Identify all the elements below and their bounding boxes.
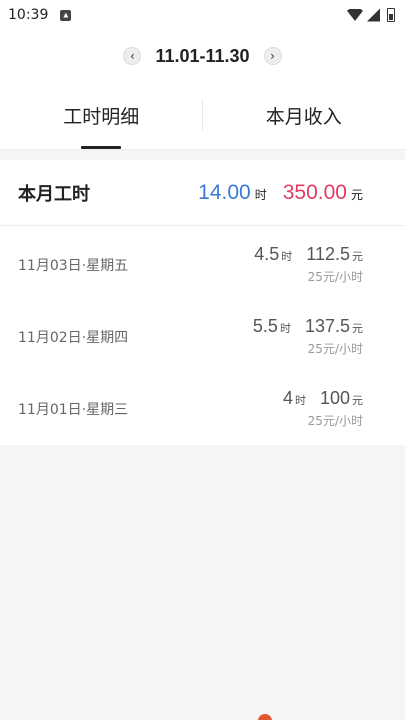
- tab-monthly-income[interactable]: 本月收入: [203, 92, 405, 148]
- entry-rate: 25元/小时: [307, 270, 363, 284]
- entry-date: 11月01日·星期三: [18, 402, 129, 418]
- entry-values: 5.5 时 137.5 元: [253, 316, 363, 337]
- prev-period-button[interactable]: ‹: [123, 47, 142, 65]
- entry-hours: 5.5: [252, 316, 278, 336]
- battery-icon: [387, 8, 395, 22]
- entry-rate: 25元/小时: [307, 414, 363, 428]
- tab-hours-detail[interactable]: 工时明细: [0, 92, 203, 148]
- entry-hours-unit: 时: [294, 394, 306, 407]
- header-divider: [0, 149, 405, 150]
- tab-label: 本月收入: [265, 106, 342, 128]
- entry-date: 11月02日·星期四: [18, 330, 129, 346]
- income-unit: 元: [350, 187, 363, 202]
- hours-unit: 时: [254, 187, 267, 202]
- entry-hours: 4: [282, 388, 293, 408]
- tab-bar: 工时明细 本月收入: [0, 92, 405, 149]
- chevron-left-icon: ‹: [130, 49, 135, 63]
- wifi-icon: [347, 9, 363, 21]
- app-notification-icon: [60, 9, 72, 21]
- hours-card: 本月工时 14.00 时 350.00 元 11月03日·星期五 4.5 时 1…: [0, 160, 405, 445]
- tab-label: 工时明细: [63, 106, 140, 128]
- list-item[interactable]: 11月02日·星期四 5.5 时 137.5 元 25元/小时: [0, 298, 405, 370]
- chevron-right-icon: ›: [270, 49, 275, 63]
- status-bar: 10:39: [0, 0, 405, 30]
- status-left: 10:39: [8, 7, 72, 23]
- entry-amount-unit: 元: [352, 322, 363, 335]
- total-hours: 14.00: [198, 180, 251, 204]
- entry-amount: 100: [319, 388, 350, 408]
- list-item[interactable]: 11月03日·星期五 4.5 时 112.5 元 25元/小时: [0, 226, 405, 298]
- entry-hours: 4.5: [254, 244, 280, 264]
- list-item[interactable]: 11月01日·星期三 4 时 100 元 25元/小时: [0, 370, 405, 442]
- signal-icon: [367, 8, 380, 22]
- entry-rate: 25元/小时: [307, 342, 363, 356]
- header: ‹ 11.01-11.30 › 工时明细 本月收入: [0, 30, 405, 150]
- entry-values: 4 时 100 元: [283, 388, 363, 409]
- period-selector: ‹ 11.01-11.30 ›: [0, 44, 405, 68]
- next-period-button[interactable]: ›: [263, 47, 282, 65]
- entry-hours-unit: 时: [279, 322, 291, 335]
- entry-amount: 112.5: [306, 244, 350, 264]
- monthly-summary: 本月工时 14.00 时 350.00 元: [0, 160, 405, 226]
- entry-date: 11月03日·星期五: [18, 258, 129, 274]
- entry-amount: 137.5: [304, 316, 350, 336]
- summary-label: 本月工时: [18, 183, 90, 205]
- entry-amount-unit: 元: [352, 250, 363, 263]
- status-time: 10:39: [8, 7, 49, 23]
- summary-values: 14.00 时 350.00 元: [198, 181, 363, 205]
- tab-divider: [202, 100, 203, 130]
- total-income: 350.00: [282, 180, 347, 204]
- entry-values: 4.5 时 112.5 元: [254, 244, 363, 265]
- floating-action-dot[interactable]: [258, 714, 272, 720]
- entry-hours-unit: 时: [281, 250, 293, 263]
- period-label: 11.01-11.30: [155, 45, 250, 66]
- status-right: [347, 8, 395, 22]
- entry-amount-unit: 元: [352, 394, 363, 407]
